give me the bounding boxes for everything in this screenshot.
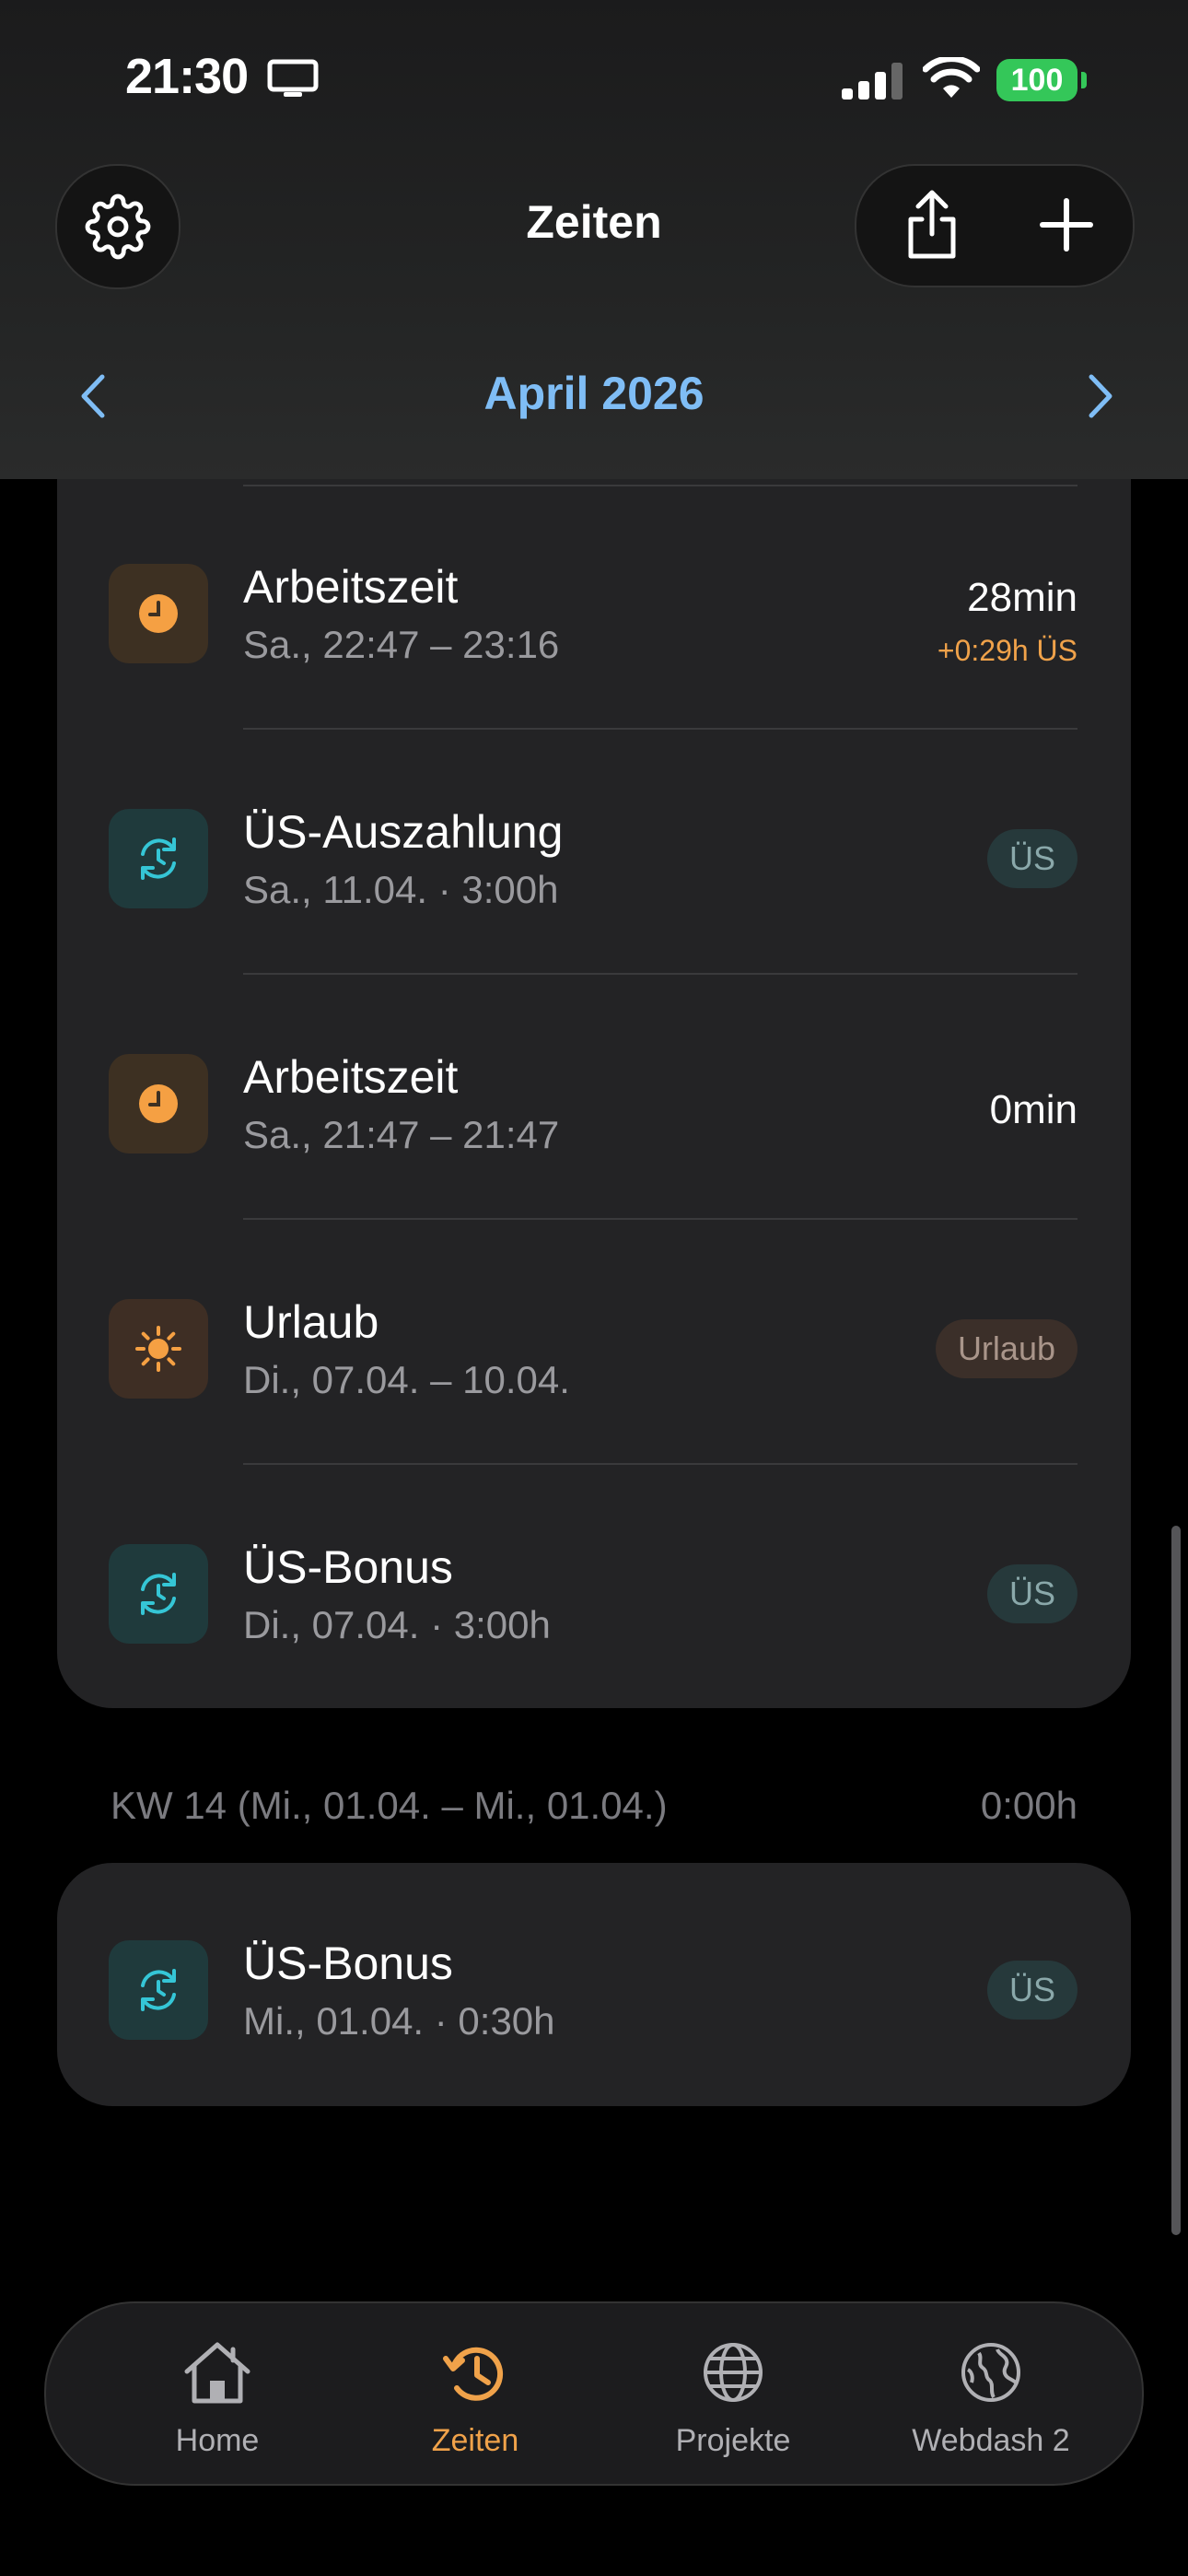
list-item[interactable]: Urlaub Di., 07.04. – 10.04. Urlaub bbox=[57, 1222, 1131, 1465]
status-bar: 21:30 100 bbox=[0, 0, 1188, 157]
tab-label: Webdash 2 bbox=[912, 2423, 1070, 2458]
earth-icon bbox=[961, 2343, 1020, 2402]
cellular-signal-icon bbox=[842, 63, 903, 100]
home-icon bbox=[184, 2342, 250, 2404]
status-badge: ÜS bbox=[986, 1564, 1077, 1623]
status-badge: Urlaub bbox=[935, 1319, 1077, 1378]
divider bbox=[243, 973, 1077, 975]
entry-title: ÜS-Bonus bbox=[243, 1938, 453, 1989]
tab-bar: Home Zeiten Projekte Webdash 2 bbox=[44, 2301, 1144, 2486]
entry-subtitle: Sa., 21:47 – 21:47 bbox=[243, 1113, 560, 1156]
chevron-right-icon bbox=[1089, 374, 1112, 418]
status-badge: ÜS bbox=[986, 829, 1077, 888]
share-icon bbox=[908, 190, 956, 259]
list-item[interactable]: ÜS-Bonus Mi., 01.04. · 0:30h ÜS bbox=[57, 1863, 1131, 2106]
week-total: 0:00h bbox=[980, 1784, 1077, 1827]
tab-webdash-2[interactable]: Webdash 2 bbox=[862, 2303, 1120, 2484]
tab-label: Zeiten bbox=[431, 2423, 519, 2458]
header: 21:30 100 Zeiten April 2026 bbox=[0, 0, 1188, 479]
entries-card: Arbeitszeit Sa., 22:47 – 23:16 28min +0:… bbox=[57, 396, 1131, 1708]
week-label: KW 14 (Mi., 01.04. – Mi., 01.04.) bbox=[111, 1784, 668, 1827]
row-icon-bg bbox=[109, 564, 208, 663]
overtime-icon bbox=[141, 837, 176, 880]
globe-icon bbox=[704, 2343, 763, 2402]
list-item[interactable]: Arbeitszeit Sa., 21:47 – 21:47 0min bbox=[57, 977, 1131, 1220]
entry-title: ÜS-Bonus bbox=[243, 1541, 453, 1593]
tab-label: Home bbox=[175, 2423, 260, 2458]
sun-icon bbox=[135, 1326, 181, 1372]
plus-icon bbox=[1040, 198, 1093, 252]
wifi-icon bbox=[923, 57, 980, 98]
week-entries-card: ÜS-Bonus Mi., 01.04. · 0:30h ÜS bbox=[57, 1863, 1131, 2106]
week-section-header: KW 14 (Mi., 01.04. – Mi., 01.04.) 0:00h bbox=[111, 1784, 1077, 1839]
row-icon-bg bbox=[109, 1544, 208, 1644]
header-actions bbox=[855, 164, 1135, 287]
entry-subtitle: Di., 07.04. · 3:00h bbox=[243, 1603, 551, 1646]
entry-duration: 28min bbox=[967, 575, 1077, 620]
scrollbar[interactable] bbox=[1171, 1526, 1181, 2235]
list-item[interactable]: Arbeitszeit Sa., 22:47 – 23:16 28min +0:… bbox=[57, 486, 1131, 730]
list-item[interactable]: ÜS-Auszahlung Sa., 11.04. · 3:00h ÜS bbox=[57, 732, 1131, 975]
battery-cap bbox=[1081, 72, 1087, 88]
entry-duration: 0min bbox=[989, 1087, 1077, 1132]
row-icon-bg bbox=[109, 1940, 208, 2040]
tab-projekte[interactable]: Projekte bbox=[604, 2303, 862, 2484]
month-label: April 2026 bbox=[483, 368, 705, 419]
list-item[interactable]: ÜS-Bonus Di., 07.04. · 3:00h ÜS bbox=[57, 1467, 1131, 1710]
add-entry-button[interactable] bbox=[1028, 186, 1105, 263]
month-navigation: April 2026 bbox=[0, 359, 1188, 433]
history-icon bbox=[443, 2347, 504, 2401]
entry-subtitle: Sa., 22:47 – 23:16 bbox=[243, 623, 560, 666]
entry-title: ÜS-Auszahlung bbox=[243, 806, 564, 858]
row-icon-bg bbox=[109, 809, 208, 908]
battery-indicator: 100 bbox=[996, 59, 1077, 101]
clock-icon bbox=[139, 1084, 178, 1123]
status-badge: ÜS bbox=[986, 1961, 1077, 2020]
monitor-icon bbox=[267, 59, 319, 97]
entry-overtime: +0:29h ÜS bbox=[937, 634, 1077, 667]
row-icon-bg bbox=[109, 1299, 208, 1399]
clock-icon bbox=[139, 594, 178, 633]
row-icon-bg bbox=[109, 1054, 208, 1153]
overtime-icon bbox=[141, 1573, 176, 1615]
entry-title: Arbeitszeit bbox=[243, 1051, 459, 1103]
entry-subtitle: Mi., 01.04. · 0:30h bbox=[243, 1999, 555, 2043]
entry-subtitle: Di., 07.04. – 10.04. bbox=[243, 1358, 570, 1401]
divider bbox=[243, 728, 1077, 730]
share-button[interactable] bbox=[893, 186, 971, 263]
tab-zeiten[interactable]: Zeiten bbox=[346, 2303, 604, 2484]
next-month-button[interactable] bbox=[1059, 359, 1114, 433]
tab-home[interactable]: Home bbox=[88, 2303, 346, 2484]
tab-label: Projekte bbox=[675, 2423, 791, 2458]
entry-title: Arbeitszeit bbox=[243, 561, 459, 613]
status-time: 21:30 bbox=[125, 49, 249, 104]
entry-subtitle: Sa., 11.04. · 3:00h bbox=[243, 868, 559, 911]
overtime-icon bbox=[141, 1969, 176, 2011]
divider bbox=[243, 1218, 1077, 1220]
entry-title: Urlaub bbox=[243, 1296, 379, 1348]
divider bbox=[243, 1463, 1077, 1465]
